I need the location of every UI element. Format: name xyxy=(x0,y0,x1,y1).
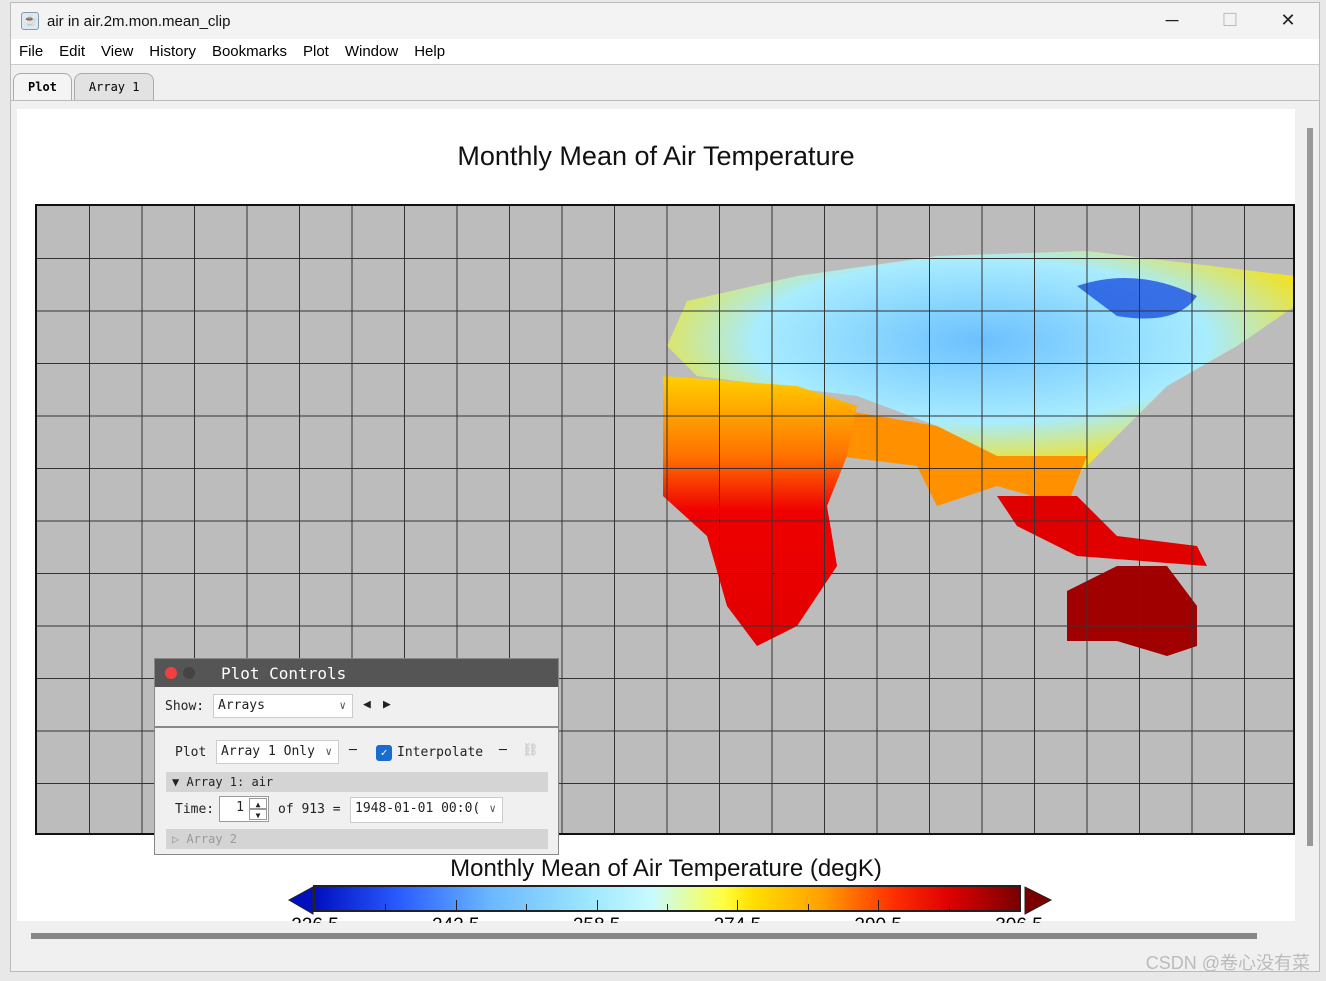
chevron-down-icon: ∨ xyxy=(489,802,496,815)
tab-array-1[interactable]: Array 1 xyxy=(73,73,155,100)
show-label: Show: xyxy=(165,699,205,714)
time-total: of 913 = xyxy=(278,802,341,817)
minimize-button[interactable]: ─ xyxy=(1143,3,1201,39)
menu-history[interactable]: History xyxy=(141,43,204,60)
chevron-down-icon: ∨ xyxy=(339,699,346,712)
menu-window[interactable]: Window xyxy=(337,43,406,60)
title-bar: ☕ air in air.2m.mon.mean_clip ─ ☐ ✕ xyxy=(11,3,1319,39)
plot-title: Monthly Mean of Air Temperature xyxy=(457,141,855,171)
colorbar-tick xyxy=(1019,900,1020,910)
close-panel-button[interactable] xyxy=(165,667,177,679)
plot-mode-value: Array 1 Only xyxy=(221,744,315,759)
plot-controls-panel: Plot Controls Show: Arrays ∨ ◀ ▶ Plot Arr… xyxy=(154,658,559,855)
array-2-section-header[interactable]: ▷ Array 2 xyxy=(166,829,548,849)
colorbar-tick xyxy=(315,900,316,910)
time-date-dropdown[interactable]: 1948-01-01 00:0( ∨ xyxy=(350,797,503,823)
interpolate-label: Interpolate xyxy=(397,745,484,760)
menu-edit[interactable]: Edit xyxy=(51,43,93,60)
collapse-panel-button[interactable] xyxy=(183,667,195,679)
colorbar-tick-label: 306.5 xyxy=(995,915,1043,923)
time-date-value: 1948-01-01 00:0( xyxy=(355,801,481,816)
menu-bar: File Edit View History Bookmarks Plot Wi… xyxy=(11,39,1319,65)
tab-bar: Plot Array 1 xyxy=(11,65,1319,101)
interpolate-checkbox[interactable]: ✓ xyxy=(376,745,392,761)
colorbar-tick xyxy=(948,904,950,910)
menu-file[interactable]: File xyxy=(11,43,51,60)
plot-mode-dropdown[interactable]: Array 1 Only ∨ xyxy=(216,740,339,764)
next-arrow-button[interactable]: ▶ xyxy=(383,697,391,712)
plot-controls-header[interactable]: Plot Controls xyxy=(155,659,558,687)
increment-icon[interactable]: ▲ xyxy=(249,798,267,809)
link-icon[interactable]: ⛓ xyxy=(522,743,539,758)
time-label: Time: xyxy=(175,802,215,817)
menu-view[interactable]: View xyxy=(93,43,141,60)
time-value: 1 xyxy=(236,800,244,815)
show-dropdown[interactable]: Arrays ∨ xyxy=(213,694,353,718)
watermark: CSDN @卷心没有菜 xyxy=(1145,953,1310,973)
decrement-icon[interactable]: ▼ xyxy=(249,809,267,820)
southeast-asia-warm xyxy=(997,496,1207,566)
array-1-section-header[interactable]: ▼ Array 1: air xyxy=(166,772,548,792)
vertical-scrollbar[interactable] xyxy=(1307,128,1313,846)
menu-plot[interactable]: Plot xyxy=(295,43,337,60)
menu-help[interactable]: Help xyxy=(406,43,453,60)
colorbar-tick xyxy=(737,900,739,910)
colorbar-tick xyxy=(526,904,528,910)
window-title: air in air.2m.mon.mean_clip xyxy=(47,12,231,30)
horizontal-scrollbar[interactable] xyxy=(31,933,1257,939)
colorbar-tick-label: 226.5 xyxy=(291,915,339,923)
close-button[interactable]: ✕ xyxy=(1259,3,1317,39)
tab-plot[interactable]: Plot xyxy=(13,73,72,100)
colorbar-title: Monthly Mean of Air Temperature (degK) xyxy=(450,855,882,882)
colorbar-tick xyxy=(596,900,598,910)
java-icon: ☕ xyxy=(21,12,39,30)
colorbar-tick xyxy=(807,904,809,910)
colorbar xyxy=(313,885,1021,912)
colorbar-tick xyxy=(385,904,387,910)
colorbar-tick-label: 274.5 xyxy=(714,915,762,923)
time-stepper[interactable]: 1 ▲ ▼ xyxy=(219,796,269,822)
colorbar-tick xyxy=(667,904,668,910)
colorbar-tick-label: 290.5 xyxy=(854,915,902,923)
colorbar-max-arrow xyxy=(1024,886,1053,915)
plot-label: Plot xyxy=(175,745,207,760)
plot-controls-title: Plot Controls xyxy=(221,663,347,683)
prev-arrow-button[interactable]: ◀ xyxy=(363,697,371,712)
maximize-button[interactable]: ☐ xyxy=(1201,3,1259,39)
colorbar-tick xyxy=(455,900,457,910)
colorbar-tick xyxy=(878,900,880,910)
menu-bookmarks[interactable]: Bookmarks xyxy=(204,43,295,60)
chevron-down-icon: ∨ xyxy=(325,745,332,758)
colorbar-tick-label: 242.5 xyxy=(432,915,480,923)
show-value: Arrays xyxy=(218,698,265,713)
colorbar-tick-label: 258.5 xyxy=(573,915,621,923)
